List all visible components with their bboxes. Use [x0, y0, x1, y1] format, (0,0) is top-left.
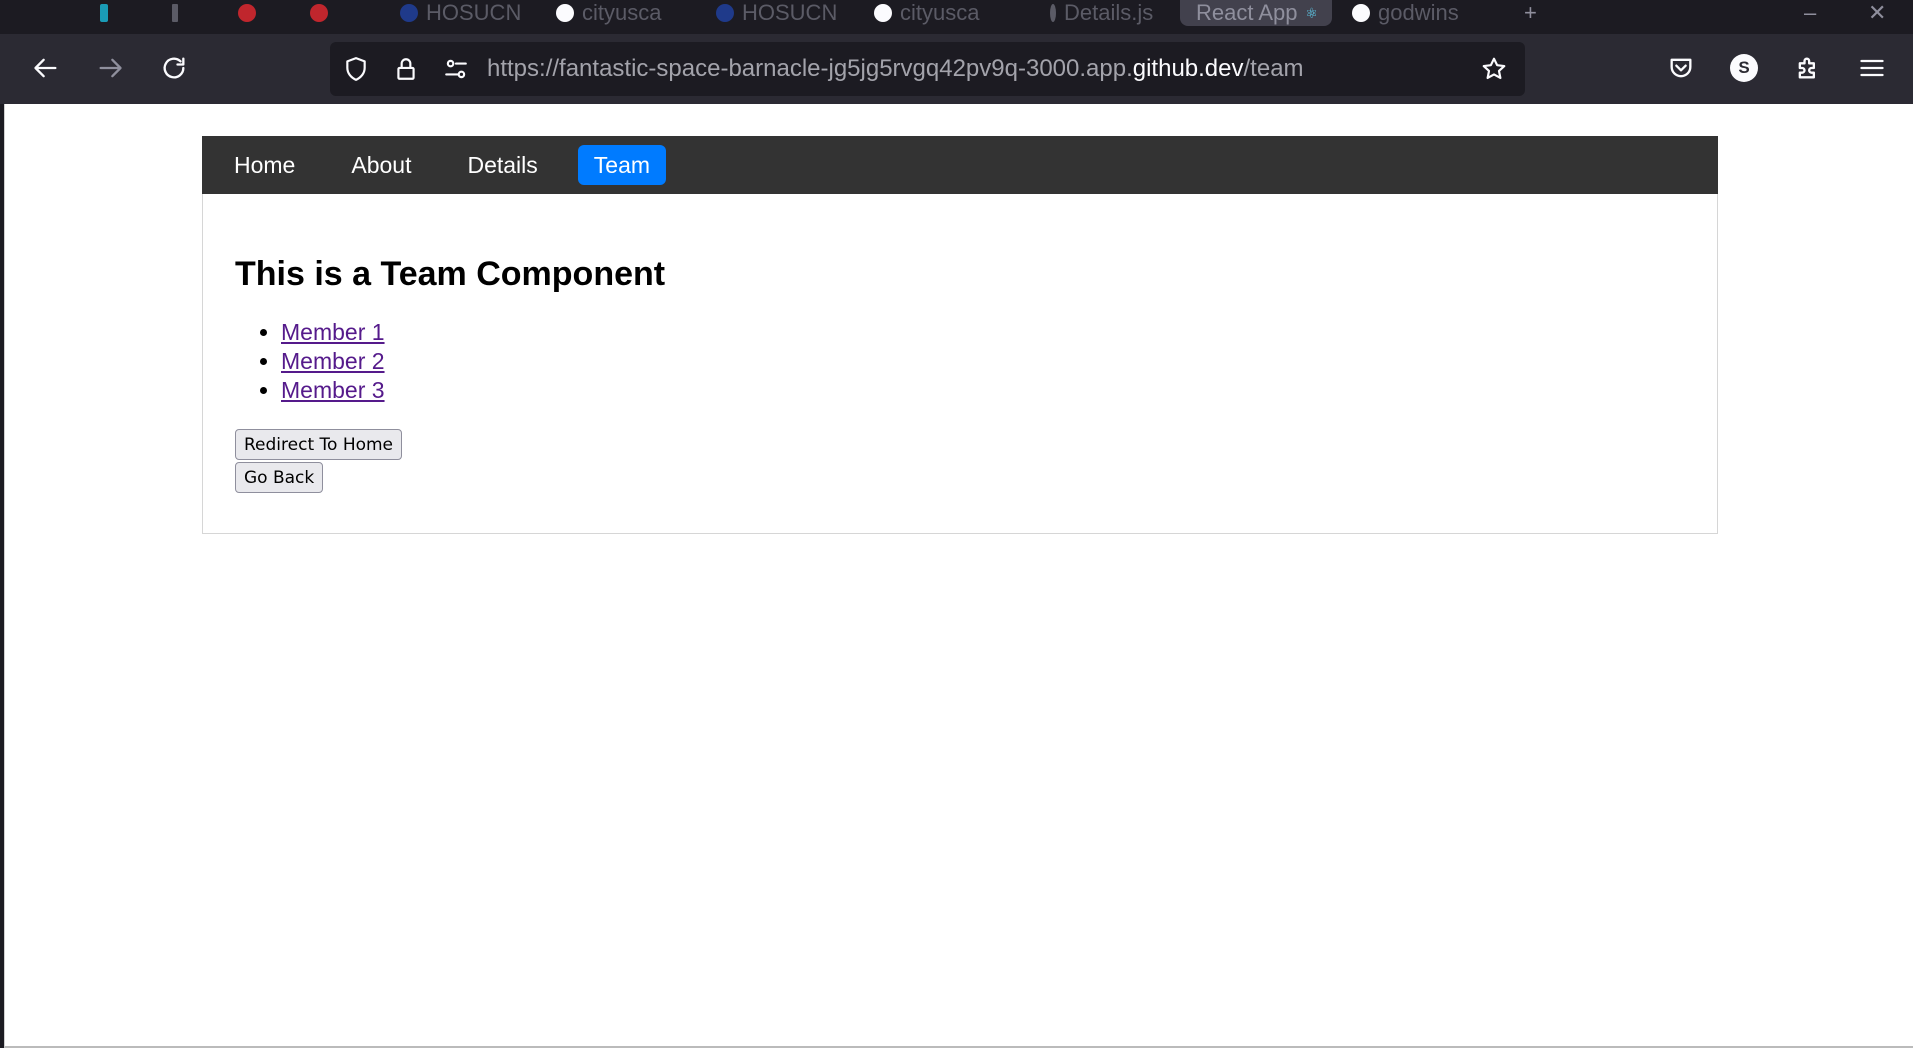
browser-tab[interactable]: [100, 0, 140, 26]
github-icon: [556, 4, 574, 22]
arrow-left-icon: [34, 58, 57, 78]
list-item: Member 2: [281, 347, 1685, 376]
star-icon: [1482, 57, 1506, 80]
app-container: Home About Details Team This is a Team C…: [202, 136, 1718, 534]
browser-tab[interactable]: cityusca: [874, 0, 994, 26]
top-navbar: Home About Details Team: [202, 136, 1718, 194]
url-host: github.dev: [1132, 55, 1244, 82]
list-item: Member 1: [281, 318, 1685, 347]
puzzle-icon: [1798, 57, 1815, 79]
bookmark-button[interactable]: [1478, 53, 1510, 85]
browser-tab[interactable]: HOSUCN: [716, 0, 836, 26]
page-viewport: Home About Details Team This is a Team C…: [4, 104, 1913, 1048]
tab-label: Details.js: [1064, 0, 1154, 25]
member-link-1[interactable]: Member 1: [281, 319, 385, 345]
tab-favicon-icon: [716, 4, 734, 22]
reload-icon: [163, 57, 185, 79]
forward-button[interactable]: [88, 46, 132, 90]
tab-favicon-icon: [238, 4, 256, 22]
tab-label: godwins: [1378, 0, 1459, 25]
github-icon: [1352, 4, 1370, 22]
tab-label: cityusca: [582, 0, 662, 25]
permissions-button[interactable]: [440, 53, 472, 85]
go-back-button[interactable]: Go Back: [235, 462, 324, 493]
lock-icon: [397, 58, 415, 80]
browser-tab[interactable]: [310, 0, 350, 26]
browser-tab[interactable]: [238, 0, 278, 26]
address-bar[interactable]: https://fantastic-space-barnacle-jg5jg5r…: [330, 42, 1525, 96]
page-title: This is a Team Component: [235, 255, 666, 293]
site-security-button[interactable]: [390, 53, 422, 85]
member-list: Member 1 Member 2 Member 3: [281, 318, 1685, 405]
browser-toolbar: https://fantastic-space-barnacle-jg5jg5r…: [0, 34, 1913, 104]
url-text[interactable]: https://fantastic-space-barnacle-jg5jg5r…: [487, 42, 1304, 96]
tab-label: cityusca: [900, 0, 980, 25]
browser-tab-active[interactable]: React App ⚛: [1180, 0, 1332, 26]
nav-link-details[interactable]: Details: [451, 145, 553, 185]
pocket-icon: [1670, 58, 1692, 78]
url-path: /team: [1243, 55, 1304, 82]
browser-tab[interactable]: cityusca: [556, 0, 676, 26]
back-button[interactable]: [24, 46, 68, 90]
team-content: This is a Team Component Member 1 Member…: [202, 194, 1718, 534]
react-icon: ⚛: [1305, 4, 1319, 21]
reload-button[interactable]: [152, 46, 196, 90]
shield-icon: [346, 57, 366, 81]
tracking-protection-button[interactable]: [340, 53, 372, 85]
hamburger-menu-icon: [1860, 59, 1884, 77]
nav-link-home[interactable]: Home: [218, 145, 311, 185]
app-menu-button[interactable]: [1850, 46, 1894, 90]
button-group: Redirect To Home Go Back: [235, 429, 1685, 493]
tab-favicon-icon: [1050, 4, 1056, 22]
new-tab-button[interactable]: +: [1524, 0, 1544, 26]
extensions-button[interactable]: [1786, 46, 1830, 90]
redirect-home-button[interactable]: Redirect To Home: [235, 429, 403, 460]
tab-favicon-icon: [172, 4, 178, 22]
browser-tab[interactable]: Details.js: [1050, 0, 1160, 26]
tab-label: HOSUCN: [742, 0, 836, 25]
nav-link-team[interactable]: Team: [577, 145, 667, 185]
browser-tab[interactable]: HOSUCN: [400, 0, 520, 26]
member-link-3[interactable]: Member 3: [281, 377, 385, 403]
list-item: Member 3: [281, 376, 1685, 405]
tab-favicon-icon: [310, 4, 328, 22]
member-link-2[interactable]: Member 2: [281, 348, 385, 374]
tab-label: HOSUCN: [426, 0, 520, 25]
account-button[interactable]: S: [1722, 46, 1766, 90]
tab-favicon-icon: [400, 4, 418, 22]
url-prefix: https://fantastic-space-barnacle-jg5jg5r…: [487, 55, 1133, 82]
tab-strip: HOSUCN cityusca HOSUCN cityusca Details.…: [0, 0, 1913, 34]
arrow-right-icon: [99, 58, 122, 78]
tab-favicon-icon: [100, 4, 108, 22]
avatar: S: [1730, 54, 1758, 82]
sliders-icon: [445, 59, 467, 79]
minimize-window-button[interactable]: –: [1804, 0, 1824, 26]
nav-link-about[interactable]: About: [335, 145, 427, 185]
browser-tab[interactable]: [172, 0, 212, 26]
github-icon: [874, 4, 892, 22]
close-window-button[interactable]: ✕: [1868, 0, 1888, 26]
browser-tab[interactable]: godwins: [1352, 0, 1472, 26]
tab-label: React App: [1196, 0, 1298, 25]
pocket-button[interactable]: [1659, 46, 1703, 90]
